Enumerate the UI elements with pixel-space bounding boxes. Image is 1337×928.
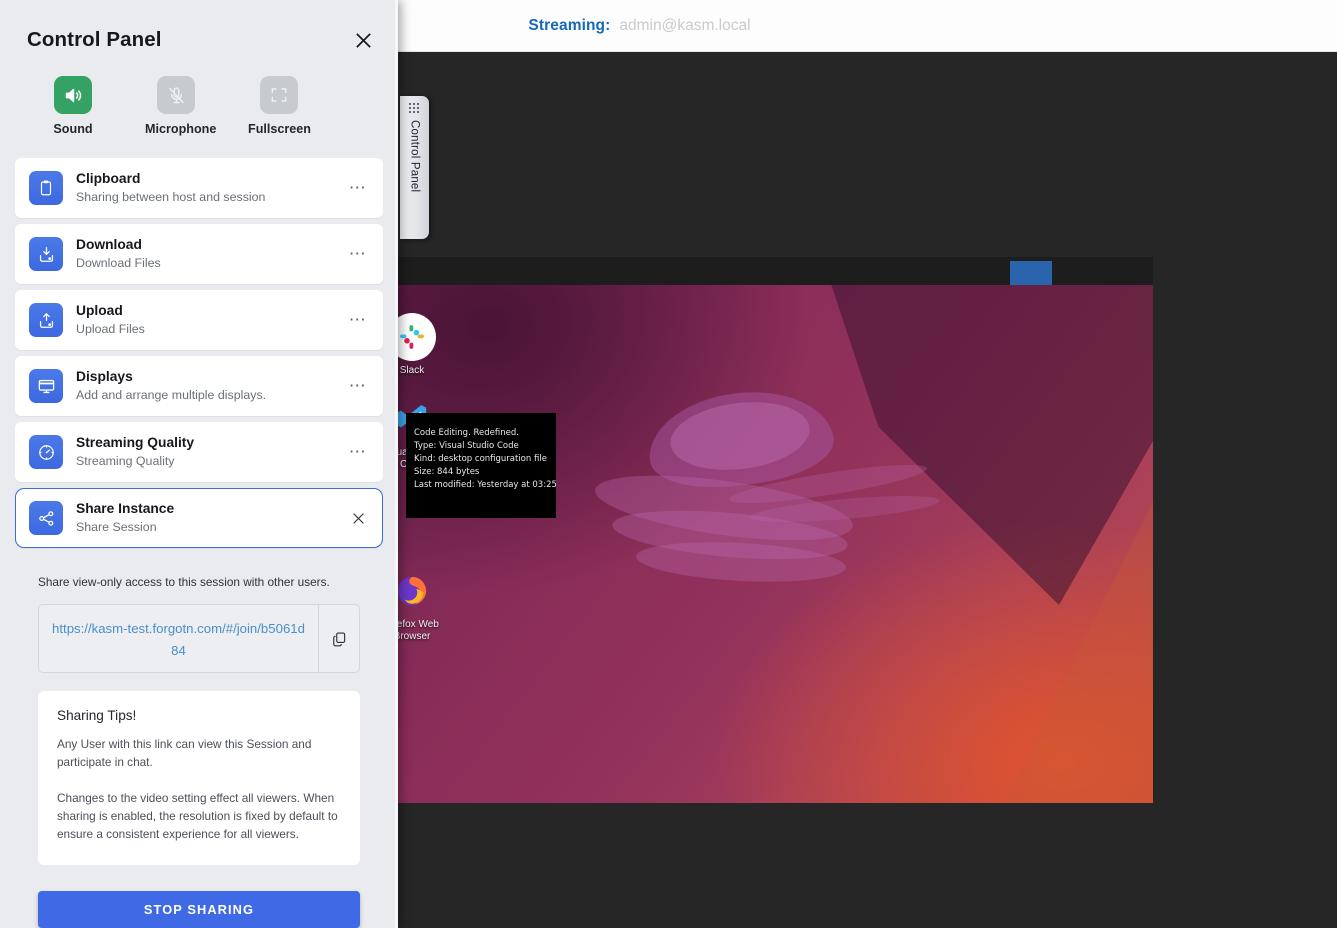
clipboard-icon: [29, 171, 63, 205]
panel-feature-list: Clipboard Sharing between host and sessi…: [0, 136, 398, 554]
monitor-icon: [29, 369, 63, 403]
panel-header: Control Panel: [0, 0, 398, 53]
panel-item-title: Share Instance: [76, 500, 332, 518]
gauge-icon: [29, 435, 63, 469]
panel-item-streaming-quality[interactable]: Streaming Quality Streaming Quality ⋯: [15, 422, 383, 482]
tooltip-line: Type: Visual Studio Code: [414, 440, 548, 453]
microphone-toggle[interactable]: Microphone: [145, 76, 207, 136]
streaming-username: admin@kasm.local: [619, 17, 750, 35]
quick-actions-row: Sound Microphone: [0, 53, 398, 136]
panel-item-subtitle: Upload Files: [76, 321, 332, 338]
microphone-muted-icon: [157, 76, 195, 114]
wallpaper-shard-dark: [828, 285, 1153, 605]
share-nodes-icon: [29, 501, 63, 535]
download-icon: [29, 237, 63, 271]
desktop-wallpaper: Slack Visual Studio Code: [398, 285, 1153, 803]
sharing-tips-box: Sharing Tips! Any User with this link ca…: [38, 691, 360, 865]
panel-item-download[interactable]: Download Download Files ⋯: [15, 224, 383, 284]
panel-item-title: Clipboard: [76, 170, 332, 188]
panel-scrollbar[interactable]: [395, 0, 398, 928]
share-link-row: https://kasm-test.forgotn.com/#/join/b50…: [38, 604, 360, 673]
copy-link-button[interactable]: [318, 605, 359, 672]
sharing-tips-paragraph: Changes to the video setting effect all …: [57, 789, 341, 843]
close-panel-button[interactable]: [350, 27, 376, 53]
streaming-label: Streaming:: [528, 17, 610, 35]
desktop-icon-firefox[interactable]: Firefox Web Browser: [398, 567, 444, 643]
copy-icon: [330, 630, 348, 648]
window-indicator[interactable]: [1010, 261, 1052, 285]
more-icon[interactable]: ⋯: [345, 183, 371, 193]
desktop-icon-slack[interactable]: Slack: [398, 313, 444, 377]
quick-action-label: Microphone: [145, 122, 207, 136]
panel-item-subtitle: Streaming Quality: [76, 453, 332, 470]
stop-sharing-button[interactable]: STOP SHARING: [38, 891, 360, 928]
panel-item-share-instance[interactable]: Share Instance Share Session: [15, 488, 383, 548]
sharing-tips-title: Sharing Tips!: [57, 708, 341, 723]
quick-action-label: Sound: [42, 122, 104, 136]
close-icon: [354, 31, 373, 50]
sound-toggle[interactable]: Sound: [42, 76, 104, 136]
share-link-value[interactable]: https://kasm-test.forgotn.com/#/join/b50…: [39, 605, 318, 672]
desktop-top-panel: [398, 257, 1153, 285]
panel-item-subtitle: Download Files: [76, 255, 332, 272]
more-icon[interactable]: ⋯: [345, 315, 371, 325]
more-icon[interactable]: ⋯: [345, 381, 371, 391]
panel-item-clipboard[interactable]: Clipboard Sharing between host and sessi…: [15, 158, 383, 218]
grip-dots-icon: [409, 103, 420, 114]
control-panel: Control Panel Sound: [0, 0, 398, 928]
speaker-on-icon: [54, 76, 92, 114]
control-panel-tab[interactable]: Control Panel: [400, 96, 429, 239]
fullscreen-toggle[interactable]: Fullscreen: [248, 76, 310, 136]
panel-item-subtitle: Share Session: [76, 519, 332, 536]
panel-item-subtitle: Sharing between host and session: [76, 189, 332, 206]
control-panel-tab-label: Control Panel: [409, 120, 421, 192]
quick-action-label: Fullscreen: [248, 122, 310, 136]
tooltip-line: Size: 844 bytes: [414, 466, 548, 479]
panel-item-title: Displays: [76, 368, 332, 386]
remote-desktop-screen[interactable]: Slack Visual Studio Code: [398, 257, 1153, 803]
desktop-icon-label: Firefox Web Browser: [398, 619, 444, 643]
panel-item-displays[interactable]: Displays Add and arrange multiple displa…: [15, 356, 383, 416]
file-tooltip: Code Editing. Redefined. Type: Visual St…: [406, 413, 556, 518]
close-icon[interactable]: [345, 511, 371, 526]
sharing-tips-paragraph: Any User with this link can view this Se…: [57, 735, 341, 771]
panel-item-subtitle: Add and arrange multiple displays.: [76, 387, 332, 404]
tooltip-line: Code Editing. Redefined.: [414, 427, 548, 440]
page-title: Control Panel: [27, 28, 162, 52]
tooltip-line: Kind: desktop configuration file: [414, 453, 548, 466]
firefox-icon: [398, 567, 436, 615]
more-icon[interactable]: ⋯: [345, 447, 371, 457]
panel-item-title: Download: [76, 236, 332, 254]
desktop-icon-label: Slack: [398, 365, 444, 377]
fullscreen-expand-icon: [260, 76, 298, 114]
share-note: Share view-only access to this session w…: [0, 554, 398, 589]
slack-icon: [398, 313, 436, 361]
panel-item-upload[interactable]: Upload Upload Files ⋯: [15, 290, 383, 350]
upload-icon: [29, 303, 63, 337]
panel-item-title: Upload: [76, 302, 332, 320]
panel-item-title: Streaming Quality: [76, 434, 332, 452]
more-icon[interactable]: ⋯: [345, 249, 371, 259]
tooltip-line: Last modified: Yesterday at 03:25:12 PM: [414, 479, 548, 492]
